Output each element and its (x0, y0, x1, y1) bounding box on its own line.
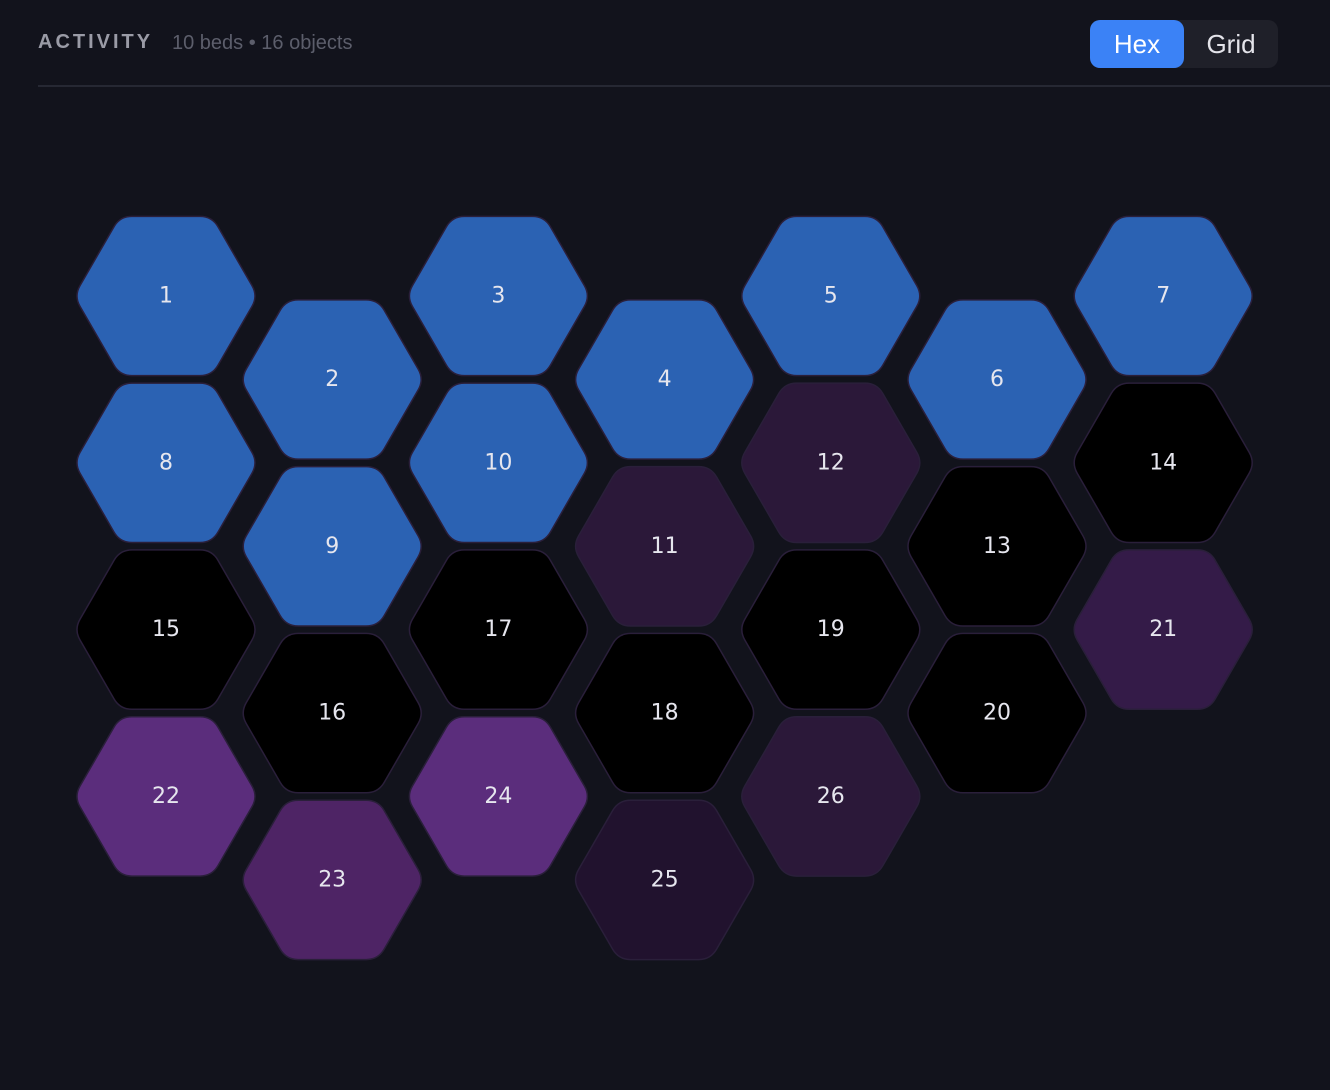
hex-shape[interactable] (242, 465, 422, 627)
hex-cell-13[interactable]: 13 (907, 465, 1087, 627)
hex-shape[interactable] (741, 715, 921, 877)
hex-shape[interactable] (408, 549, 589, 711)
hex-shape[interactable] (1073, 549, 1253, 711)
hex-cell-23[interactable]: 23 (242, 799, 422, 961)
hex-cell-19[interactable]: 19 (741, 549, 921, 711)
hex-shape[interactable] (242, 799, 422, 961)
hex-cell-18[interactable]: 18 (574, 632, 755, 794)
hex-shape[interactable] (408, 215, 589, 377)
hex-cell-8[interactable]: 8 (76, 382, 256, 544)
hex-shape[interactable] (76, 215, 256, 377)
hex-cell-9[interactable]: 9 (242, 465, 422, 627)
hex-shape[interactable] (741, 382, 921, 544)
hex-cell-3[interactable]: 3 (408, 215, 589, 377)
hex-cell-12[interactable]: 12 (741, 382, 921, 544)
hex-shape[interactable] (1073, 215, 1253, 377)
hex-shape[interactable] (741, 549, 921, 711)
hex-cell-10[interactable]: 10 (408, 382, 589, 544)
hex-cell-25[interactable]: 25 (574, 799, 755, 961)
hex-map: 1234567891011121314151617181920212223242… (76, 215, 1253, 961)
hex-cell-21[interactable]: 21 (1073, 549, 1253, 711)
hex-cell-24[interactable]: 24 (408, 715, 589, 877)
hex-cell-6[interactable]: 6 (907, 299, 1087, 460)
hex-shape[interactable] (76, 715, 256, 877)
hex-shape[interactable] (907, 632, 1087, 794)
hex-cell-15[interactable]: 15 (76, 549, 256, 711)
hex-cell-11[interactable]: 11 (574, 465, 755, 627)
hex-cell-17[interactable]: 17 (408, 549, 589, 711)
hex-shape[interactable] (574, 299, 755, 460)
hex-shape[interactable] (1073, 382, 1253, 544)
hex-shape[interactable] (907, 465, 1087, 627)
hex-shape[interactable] (574, 465, 755, 627)
hex-shape[interactable] (76, 382, 256, 544)
hex-shape[interactable] (574, 799, 755, 961)
hex-cell-1[interactable]: 1 (76, 215, 256, 377)
hex-cell-16[interactable]: 16 (242, 632, 422, 794)
hex-cell-20[interactable]: 20 (907, 632, 1087, 794)
hex-shape[interactable] (76, 549, 256, 711)
hex-cell-26[interactable]: 26 (741, 715, 921, 877)
hex-shape[interactable] (741, 215, 921, 377)
hex-shape[interactable] (242, 299, 422, 460)
hex-cell-5[interactable]: 5 (741, 215, 921, 377)
hex-shape[interactable] (408, 715, 589, 877)
hex-shape[interactable] (574, 632, 755, 794)
hex-shape[interactable] (242, 632, 422, 794)
hex-cell-14[interactable]: 14 (1073, 382, 1253, 544)
hex-cell-2[interactable]: 2 (242, 299, 422, 460)
hex-shape[interactable] (907, 299, 1087, 460)
hex-cell-7[interactable]: 7 (1073, 215, 1253, 377)
hex-cell-4[interactable]: 4 (574, 299, 755, 460)
hex-shape[interactable] (408, 382, 589, 544)
hex-cell-22[interactable]: 22 (76, 715, 256, 877)
